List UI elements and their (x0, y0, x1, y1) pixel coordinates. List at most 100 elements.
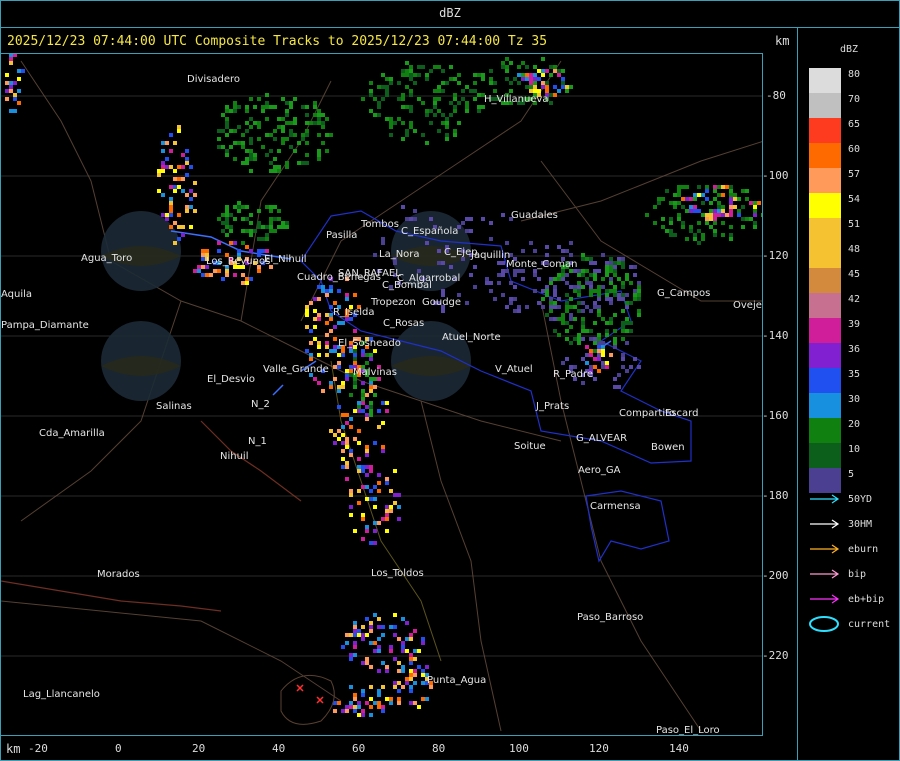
track-label: eburn (848, 544, 879, 555)
legend-value: 48 (848, 244, 861, 255)
place-label: Bowen (651, 442, 685, 453)
legend-value: 5 (848, 469, 855, 480)
track-label: eb+bip (848, 594, 885, 605)
place-label: C_Española (401, 226, 459, 237)
place-label: Los_Reyunos (206, 256, 271, 267)
legend-value: 30 (848, 394, 861, 405)
legend-value: 36 (848, 344, 861, 355)
track-label: 30HM (848, 519, 873, 530)
place-label: Paso_El_Loro (656, 725, 720, 736)
place-label: Carmensa (590, 501, 641, 512)
legend-swatch (809, 143, 841, 168)
legend-swatch (809, 443, 841, 468)
place-label: El_Nihuil (264, 254, 307, 265)
x-tick: 120 (589, 742, 609, 755)
roads (1, 60, 762, 732)
y-tick: -220 (762, 649, 789, 662)
place-label: G_ALVEAR (576, 433, 628, 444)
track-arrow-icon (810, 519, 840, 529)
legend-swatch (809, 118, 841, 143)
y-tick: -80 (766, 89, 786, 102)
legend-value: 80 (848, 69, 861, 80)
current-cell-marks (296, 684, 324, 704)
legend-title: dBZ (840, 44, 859, 55)
legend-value: 70 (848, 94, 861, 105)
header-title: dBZ (439, 6, 461, 20)
place-label: Goudge (422, 297, 462, 308)
place-label: El_Sosneado (338, 338, 401, 349)
place-label: Aero_GA (578, 465, 621, 476)
place-label: Tropezon (371, 297, 416, 308)
x-tick: 140 (669, 742, 689, 755)
place-label: Pampa_Diamante (1, 320, 89, 331)
y-tick: -140 (762, 329, 789, 342)
legend-value: 65 (848, 119, 861, 130)
legend-swatch (809, 418, 841, 443)
legend-value: 51 (848, 219, 861, 230)
x-tick: 20 (192, 742, 206, 755)
place-label: Ovejero (733, 300, 762, 311)
track-arrow-icon (810, 494, 840, 504)
x-tick: -20 (28, 742, 48, 755)
place-label: Agua_Toro (81, 253, 133, 264)
x-tick: 80 (432, 742, 446, 755)
legend-swatch (809, 343, 841, 368)
terrain-contour (280, 674, 335, 725)
panel-divider (797, 28, 798, 761)
y-tick: -120 (762, 249, 789, 262)
place-label: Salinas (156, 401, 192, 412)
legend-swatch (809, 193, 841, 218)
place-label: C_Bombal (382, 280, 432, 291)
track-arrow-icon (810, 594, 840, 604)
place-label: R_Iselda (333, 307, 375, 318)
place-label: N_2 (251, 399, 270, 410)
place-label: V_Atuel (495, 364, 533, 375)
header-bar: dBZ (0, 0, 900, 28)
place-label: Monte_Coman (506, 259, 578, 270)
track-label: bip (848, 569, 867, 580)
place-label: Aquila (1, 289, 33, 300)
place-label: Nihuil (220, 451, 249, 462)
place-label: Guadales (511, 210, 558, 221)
map-title: 2025/12/23 07:44:00 UTC Composite Tracks… (7, 34, 548, 49)
km-unit-bottom: km (6, 742, 21, 756)
legend-swatch (809, 93, 841, 118)
x-tick: 60 (352, 742, 366, 755)
place-label: El_Desvio (207, 374, 255, 385)
legend-value: 60 (848, 144, 861, 155)
y-tick: -180 (762, 489, 789, 502)
place-label: Morados (97, 569, 140, 580)
legend-value: 54 (848, 194, 861, 205)
legend-swatch (809, 268, 841, 293)
legend-swatch (809, 293, 841, 318)
place-label: N_1 (248, 436, 267, 447)
x-tick: 40 (272, 742, 286, 755)
track-label: current (848, 619, 891, 630)
place-label: Jaquillin (471, 250, 511, 261)
place-label: Lag_Llancanelo (23, 689, 100, 700)
place-label: Cuadro_Benegas (297, 272, 381, 283)
place-label: Pasilla (326, 230, 358, 241)
place-label: Tombos (361, 219, 399, 230)
place-label: R_Padre (553, 369, 594, 380)
legend-value: 20 (848, 419, 861, 430)
legend-value: 39 (848, 319, 861, 330)
x-tick: 100 (509, 742, 529, 755)
rivers (1, 420, 302, 612)
radar-map[interactable]: Divisadero H_Villanueva Tombos Pasilla C… (0, 53, 763, 736)
place-label: C_Rosas (383, 318, 425, 329)
current-ellipse-icon (809, 616, 839, 632)
place-label: Atuel_Norte (442, 332, 501, 343)
legend-swatch (809, 393, 841, 418)
legend-swatch (809, 68, 841, 93)
km-unit-top: km (775, 34, 790, 48)
place-label: G_Campos (657, 288, 711, 299)
place-label: Punta_Agua (427, 675, 487, 686)
y-tick: -100 (762, 169, 789, 182)
track-arrow-icon (810, 544, 840, 554)
x-tick: 0 (115, 742, 122, 755)
radar-map-canvas (1, 54, 762, 732)
place-label: H_Villanueva (484, 94, 549, 105)
legend-value: 57 (848, 169, 861, 180)
place-label: La_Nora (379, 249, 420, 260)
